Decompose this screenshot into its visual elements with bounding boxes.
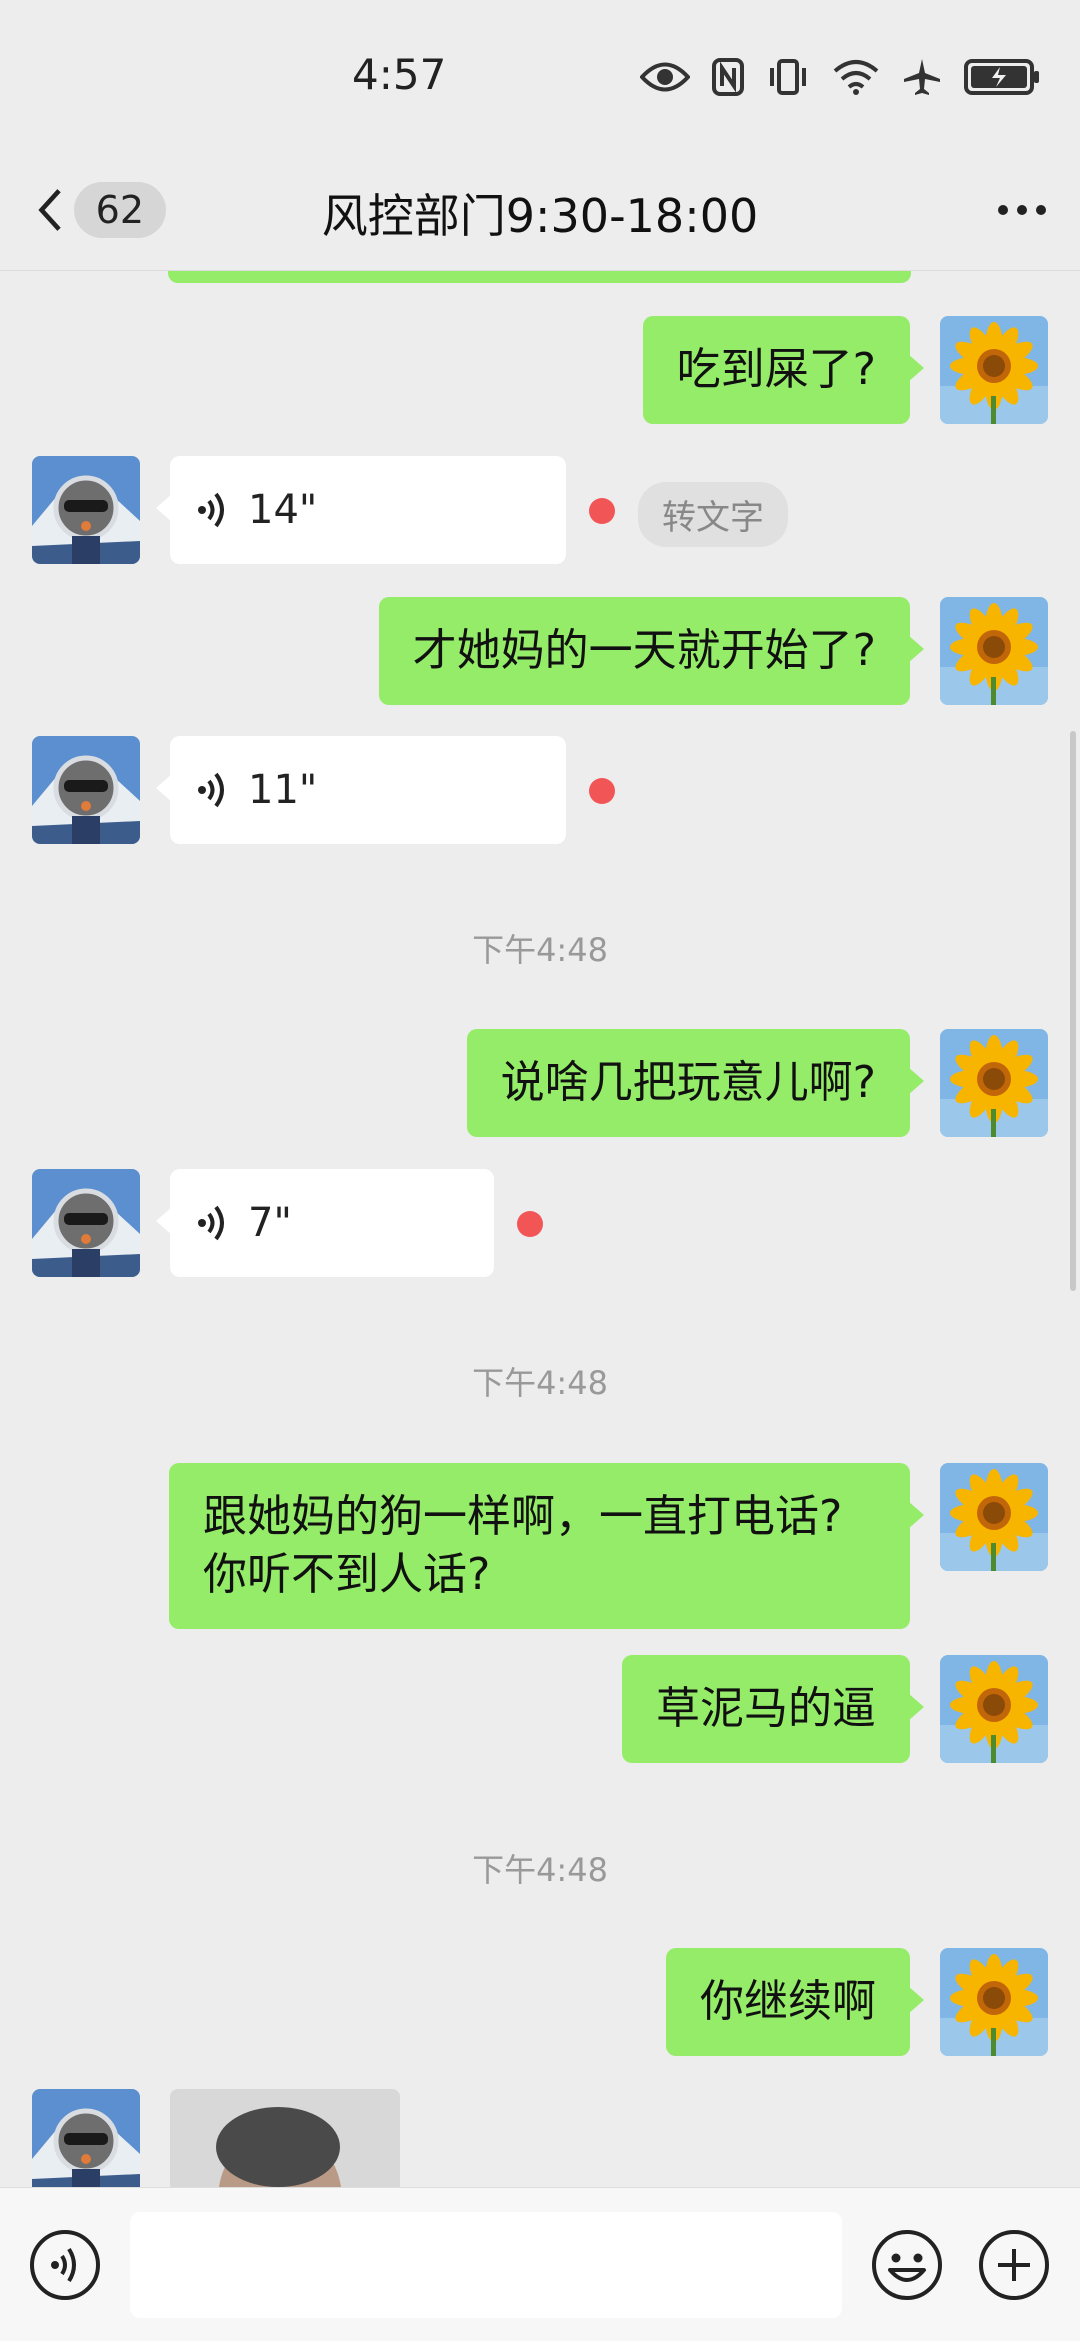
my-avatar[interactable] xyxy=(940,1948,1048,2056)
contact-avatar[interactable] xyxy=(32,456,140,564)
voice-duration: 14" xyxy=(248,487,318,533)
chat-title: 风控部门9:30-18:00 xyxy=(321,189,759,243)
chat-header: 62 风控部门9:30-18:00 xyxy=(0,150,1080,270)
more-actions-button[interactable] xyxy=(977,2228,1051,2306)
voice-wave-icon xyxy=(198,772,224,808)
message-input[interactable] xyxy=(130,2212,842,2318)
voice-message[interactable]: 11" xyxy=(156,736,566,844)
voice-duration: 7" xyxy=(248,1200,292,1246)
message-bubble[interactable]: 才她妈的一天就开始了? xyxy=(378,597,925,705)
voice-toggle-button[interactable] xyxy=(28,2228,102,2306)
status-time: 4:57 xyxy=(352,50,447,99)
contact-avatar[interactable] xyxy=(32,1169,140,1277)
my-avatar[interactable] xyxy=(940,597,1048,705)
message-bubble[interactable]: 跟她妈的狗一样啊，一直打电话? 你听不到人话? xyxy=(169,1463,924,1629)
message-bubble[interactable]: 你继续啊 xyxy=(666,1948,924,2056)
unread-dot xyxy=(589,498,615,524)
my-avatar[interactable] xyxy=(940,1463,1048,1571)
emoji-button[interactable] xyxy=(870,2228,944,2306)
more-button[interactable] xyxy=(992,180,1052,240)
unread-dot xyxy=(517,1211,543,1237)
nfc-icon xyxy=(712,58,744,96)
transcribe-button[interactable]: 转文字 xyxy=(638,482,788,547)
voice-wave-icon xyxy=(198,1205,224,1241)
message-line: 跟她妈的狗一样啊，一直打电话? xyxy=(203,1491,843,1542)
timestamp: 下午4:48 xyxy=(472,1364,608,1402)
unread-dot xyxy=(589,778,615,804)
chat-scrollbar[interactable] xyxy=(1070,731,1076,1291)
voice-message[interactable]: 14" xyxy=(156,456,566,564)
eye-icon xyxy=(640,62,690,92)
message-bubble-partial[interactable] xyxy=(168,271,911,283)
more-dots-icon xyxy=(998,205,1046,215)
airplane-icon xyxy=(904,59,940,95)
voice-duration: 11" xyxy=(248,767,318,813)
image-message[interactable] xyxy=(170,2089,400,2187)
wifi-icon xyxy=(833,60,879,95)
voice-message[interactable]: 7" xyxy=(156,1169,494,1277)
message-list[interactable]: 吃到屎了? 14" 转文字 才她妈的一天就开始了? 11" 下午4:48 说啥几… xyxy=(0,271,1080,2187)
status-bar: 4:57 xyxy=(0,0,1080,150)
input-bar xyxy=(0,2187,1080,2341)
message-line: 你听不到人话? xyxy=(203,1549,491,1600)
voice-input-icon xyxy=(30,2230,100,2300)
my-avatar[interactable] xyxy=(940,1655,1048,1763)
status-icons xyxy=(640,52,1040,102)
message-bubble[interactable]: 吃到屎了? xyxy=(642,316,925,424)
voice-wave-icon xyxy=(198,492,224,528)
timestamp: 下午4:48 xyxy=(472,1851,608,1889)
contact-avatar[interactable] xyxy=(32,736,140,844)
my-avatar[interactable] xyxy=(940,316,1048,424)
timestamp: 下午4:48 xyxy=(472,931,608,969)
my-avatar[interactable] xyxy=(940,1029,1048,1137)
message-bubble[interactable]: 草泥马的逼 xyxy=(622,1655,924,1763)
emoji-icon xyxy=(872,2230,942,2300)
plus-icon xyxy=(979,2230,1049,2300)
contact-avatar[interactable] xyxy=(32,2089,140,2187)
message-bubble[interactable]: 说啥几把玩意儿啊? xyxy=(466,1029,925,1137)
photo-thumbnail xyxy=(170,2089,400,2187)
vibrate-icon xyxy=(770,59,806,95)
battery-icon xyxy=(964,59,1039,95)
